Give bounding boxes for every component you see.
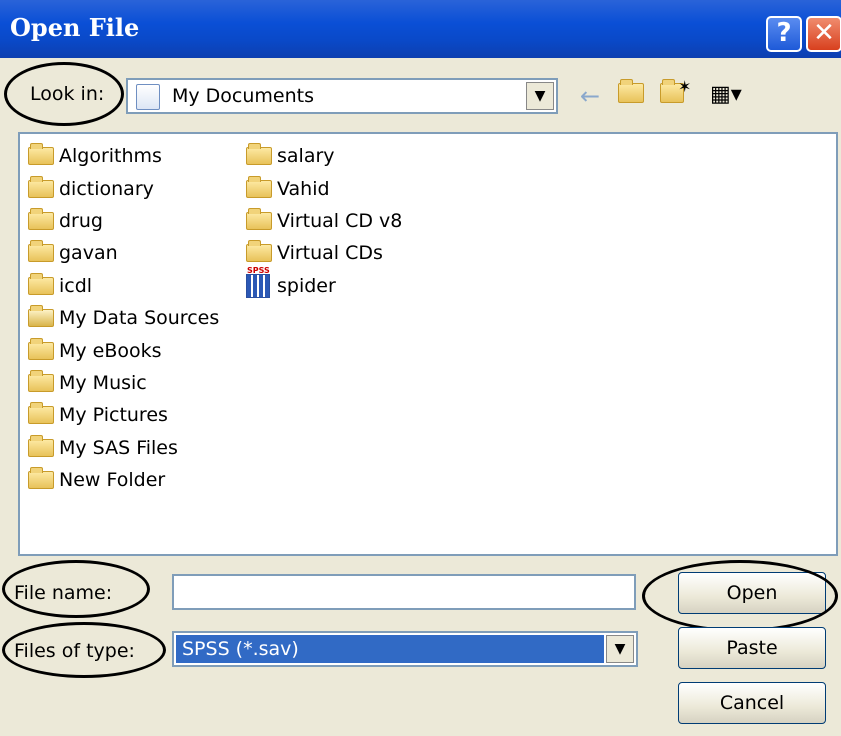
file-list-item-label: icdl [59,274,93,297]
paste-button[interactable]: Paste [678,627,826,669]
look-in-value: My Documents [172,85,315,107]
file-list-item-label: Algorithms [59,145,162,168]
file-list-item[interactable]: dictionary [28,172,219,204]
folder-icon [28,434,56,458]
folder-icon [28,272,56,296]
file-list-item-label: My SAS Files [59,436,178,459]
open-button-annotation-oval [642,560,838,632]
file-list-item[interactable]: icdl [28,270,219,302]
window-title: Open File [10,13,140,42]
file-list-column-2: salary Vahid Virtual CD v8 Virtual CDs spide… [246,140,402,302]
close-button[interactable]: ✕ [806,16,841,52]
file-list[interactable]: Algorithms dictionary drug gavan icdl My Data… [18,132,838,556]
file-list-item[interactable]: drug [28,205,219,237]
pictures-folder-icon [28,402,56,425]
file-list-item[interactable]: My eBooks [28,334,219,366]
file-list-item[interactable]: Virtual CDs [246,237,402,269]
file-name-annotation-oval [2,560,150,618]
new-folder-icon[interactable]: ✶ [660,77,694,108]
file-list-item[interactable]: My Data Sources [28,302,219,334]
folder-icon [246,207,274,231]
file-list-item-label: My Pictures [59,404,168,427]
file-list-item-label: My Data Sources [59,307,220,330]
file-list-item[interactable]: My Pictures [28,399,219,431]
file-list-item[interactable]: Virtual CD v8 [246,205,402,237]
my-documents-icon [136,84,160,110]
files-of-type-dropdown[interactable]: SPSS (*.sav) ▼ [172,631,638,667]
folder-icon [28,143,56,166]
spss-file-icon [246,266,274,298]
folder-icon [28,467,56,490]
folder-icon [246,143,274,166]
file-list-item-label: spider [277,274,336,297]
views-menu-icon[interactable]: ▦▾ [710,82,742,108]
files-of-type-value: SPSS (*.sav) [176,635,604,663]
file-list-item-label: New Folder [59,469,166,492]
chevron-down-icon[interactable]: ▼ [526,82,554,110]
data-sources-icon [28,305,56,328]
files-of-type-annotation-oval [2,622,166,678]
folder-icon [28,207,56,231]
folder-icon [28,175,56,199]
back-icon[interactable]: ← [580,83,600,109]
folder-icon [246,240,274,263]
file-list-column-1: Algorithms dictionary drug gavan icdl My Data… [28,140,219,496]
folder-icon [28,337,56,361]
music-folder-icon [28,369,56,393]
folder-icon [28,240,56,263]
cancel-button[interactable]: Cancel [678,682,826,724]
file-list-item[interactable]: New Folder [28,464,219,496]
file-list-item-label: gavan [59,242,118,265]
new-folder-star: ✶ [678,77,692,96]
file-list-item[interactable]: Vahid [246,172,402,204]
file-name-input[interactable] [172,574,636,610]
file-list-item-label: My eBooks [59,339,162,362]
look-in-annotation-oval [4,62,124,126]
file-list-item-label: dictionary [59,177,154,200]
file-list-item-label: My Music [59,371,147,394]
file-list-item-label: Vahid [277,177,330,200]
file-list-item-label: Virtual CD v8 [277,209,403,232]
file-list-item[interactable]: Algorithms [28,140,219,172]
title-bar[interactable]: Open File ? ✕ [0,0,841,58]
file-list-item[interactable]: My Music [28,367,219,399]
file-list-item-label: salary [277,145,335,168]
file-list-item-label: Virtual CDs [277,242,383,265]
file-list-item-label: drug [59,209,103,232]
up-folder-icon[interactable] [618,79,648,108]
file-list-item[interactable]: gavan [28,237,219,269]
file-list-item[interactable]: spider [246,266,402,302]
look-in-dropdown[interactable]: My Documents ▼ [126,78,558,114]
chevron-down-icon[interactable]: ▼ [606,635,634,663]
help-button[interactable]: ? [766,16,802,52]
folder-icon [246,175,274,199]
file-list-item[interactable]: salary [246,140,402,172]
file-list-item[interactable]: My SAS Files [28,432,219,464]
